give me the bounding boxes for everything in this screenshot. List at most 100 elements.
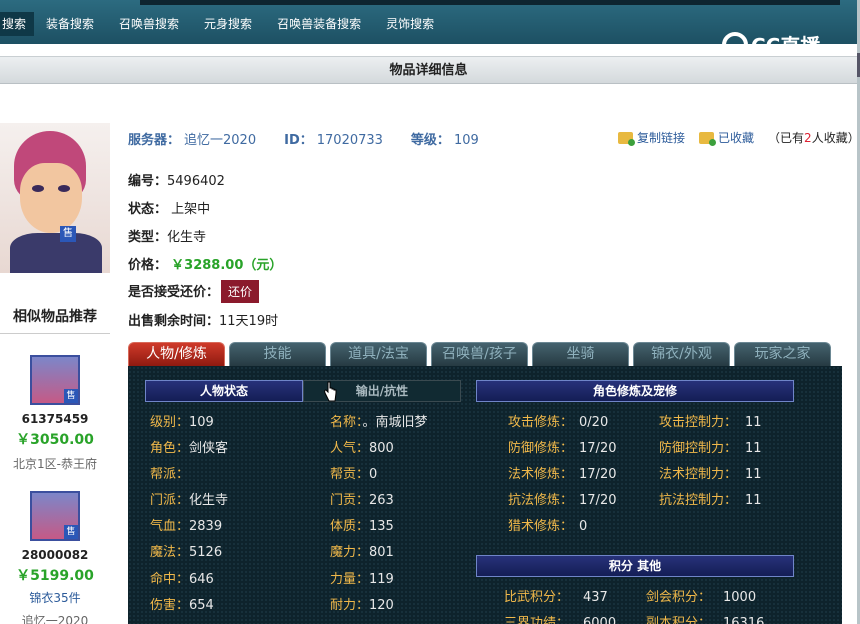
score-value: 16316 — [723, 616, 765, 624]
cultivation-label: 法术修炼： — [508, 467, 574, 482]
score-label: 比武积分： — [504, 590, 570, 605]
stat-label: 力量： — [330, 572, 370, 587]
tab-skills[interactable]: 技能 — [229, 342, 326, 366]
tab-items-treasures[interactable]: 道具/法宝 — [330, 342, 427, 366]
nav-item-summon-search[interactable]: 召唤兽搜索 — [119, 12, 179, 36]
nav-item-search[interactable]: 搜索 — [0, 12, 35, 36]
score-row: 剑会积分： 1000 — [646, 586, 756, 605]
type-field: 类型：化生寺 — [128, 226, 206, 245]
tab-outfits[interactable]: 锦衣/外观 — [633, 342, 730, 366]
score-value: 6000 — [583, 616, 617, 624]
similar-item[interactable]: 售 61375459 ￥3050.00 北京1区-恭王府 — [0, 355, 110, 472]
item-actions: 复制链接 已收藏 （已有2人收藏） — [618, 129, 860, 146]
cultivation-row: 攻击修炼： 0/20 — [508, 411, 608, 430]
folder-icon — [618, 131, 635, 146]
status-label: 状态： — [128, 202, 168, 217]
stat-label: 门贡： — [330, 493, 370, 508]
stat-value: 120 — [369, 598, 394, 613]
detail-tabs: 人物/修炼 技能 道具/法宝 召唤兽/孩子 坐骑 锦衣/外观 玩家之家 — [128, 342, 835, 366]
nav-item-avatar-search[interactable]: 元身搜索 — [204, 12, 252, 36]
control-label: 抗法控制力： — [659, 493, 738, 508]
control-label: 攻击控制力： — [659, 415, 738, 430]
control-value: 11 — [745, 467, 762, 482]
page-title: 物品详细信息 — [0, 56, 857, 84]
control-value: 11 — [745, 415, 762, 430]
score-value: 1000 — [723, 590, 757, 605]
stat-row: 魔法：5126 — [150, 541, 222, 560]
stat-value: 119 — [369, 572, 394, 587]
control-label: 防御控制力： — [659, 441, 738, 456]
control-label: 法术控制力： — [659, 467, 738, 482]
stat-label: 名称： — [330, 415, 363, 430]
stat-label: 魔力： — [330, 545, 370, 560]
stat-label: 魔法： — [150, 545, 190, 560]
cultivation-row: 抗法修炼： 17/20 — [508, 489, 616, 508]
bargain-field: 是否接受还价： 还价 — [128, 280, 260, 303]
type-label: 类型： — [128, 230, 168, 245]
tab-summons-children[interactable]: 召唤兽/孩子 — [431, 342, 528, 366]
sale-badge: 售 — [60, 226, 76, 242]
cultivation-label: 攻击修炼： — [508, 415, 574, 430]
stat-row: 伤害：654 — [150, 594, 214, 613]
stat-label: 体质： — [330, 519, 370, 534]
control-row: 攻击控制力： 11 — [659, 411, 762, 430]
similar-item-code: 61375459 — [21, 412, 89, 426]
stat-row: 气血：2839 — [150, 515, 222, 534]
cultivation-row: 防御修炼： 17/20 — [508, 437, 616, 456]
tab-mounts[interactable]: 坐骑 — [532, 342, 629, 366]
stat-value: 109 — [189, 415, 214, 430]
sale-badge: 售 — [64, 525, 78, 539]
status-value: 上架中 — [171, 202, 211, 217]
similar-item-price: ￥3050.00 — [16, 432, 94, 448]
stat-row: 门贡：263 — [330, 489, 394, 508]
similar-item[interactable]: 售 28000082 ￥5199.00 锦衣35件 追忆一2020 — [0, 491, 110, 624]
stat-value: 135 — [369, 519, 394, 534]
price-label: 价格： — [128, 258, 168, 273]
nav-item-equipment-search[interactable]: 装备搜索 — [46, 12, 94, 36]
nav-item-ornament-search[interactable]: 灵饰搜索 — [386, 12, 434, 36]
stat-value: 5126 — [189, 545, 223, 560]
score-row: 三界功绩： 6000 — [504, 612, 616, 624]
avatar-eye-left — [32, 185, 44, 192]
stat-label: 气血： — [150, 519, 190, 534]
section-character-status[interactable]: 人物状态 — [145, 380, 303, 402]
level-info: 等级： 109 — [411, 129, 479, 148]
similar-item-code: 28000082 — [21, 548, 89, 562]
cultivation-label: 抗法修炼： — [508, 493, 574, 508]
cultivation-label: 猎术修炼： — [508, 519, 574, 534]
character-panel: 人物状态 输出/抗性 角色修炼及宠修 积分 其他 级别：109 角色：剑侠客 帮… — [128, 366, 842, 624]
hand-cursor-icon — [324, 381, 337, 402]
favorite-count-suffix: 人收藏） — [811, 131, 860, 145]
avatar-face — [20, 163, 82, 233]
section-score: 积分 其他 — [476, 555, 794, 577]
stat-value: 化生寺 — [189, 493, 229, 508]
copy-link-button[interactable]: 复制链接 — [618, 129, 685, 146]
similar-item-thumbnail[interactable]: 售 — [30, 491, 80, 541]
similar-item-thumbnail[interactable]: 售 — [30, 355, 80, 405]
favorite-button[interactable]: 已收藏 — [699, 129, 754, 146]
nav-item-summon-equipment-search[interactable]: 召唤兽装备搜索 — [277, 12, 361, 36]
favorite-count-number: 2 — [804, 131, 812, 145]
id-label: ID： — [284, 133, 313, 148]
stat-row: 耐力：120 — [330, 594, 394, 613]
tab-character-cultivation[interactable]: 人物/修炼 — [128, 342, 225, 366]
similar-item-server: 北京1区-恭王府 — [13, 457, 97, 471]
cultivation-label: 防御修炼： — [508, 441, 574, 456]
cultivation-value: 0/20 — [579, 415, 609, 430]
score-row: 比武积分： 437 — [504, 586, 608, 605]
stat-row: 力量：119 — [330, 568, 394, 587]
similar-item-outfit-count: 锦衣35件 — [29, 591, 81, 605]
stat-label: 门派： — [150, 493, 190, 508]
cultivation-value: 17/20 — [579, 441, 617, 456]
bargain-button[interactable]: 还价 — [221, 280, 260, 303]
cultivation-value: 17/20 — [579, 467, 617, 482]
server-value: 追忆一2020 — [184, 133, 257, 148]
stat-row: 级别：109 — [150, 411, 214, 430]
stat-label: 人气： — [330, 441, 370, 456]
copy-link-label: 复制链接 — [637, 131, 686, 145]
stat-label: 耐力： — [330, 598, 370, 613]
serial-value: 5496402 — [167, 174, 225, 189]
stat-value: 801 — [369, 545, 394, 560]
stat-value: 263 — [369, 493, 394, 508]
tab-player-home[interactable]: 玩家之家 — [734, 342, 831, 366]
